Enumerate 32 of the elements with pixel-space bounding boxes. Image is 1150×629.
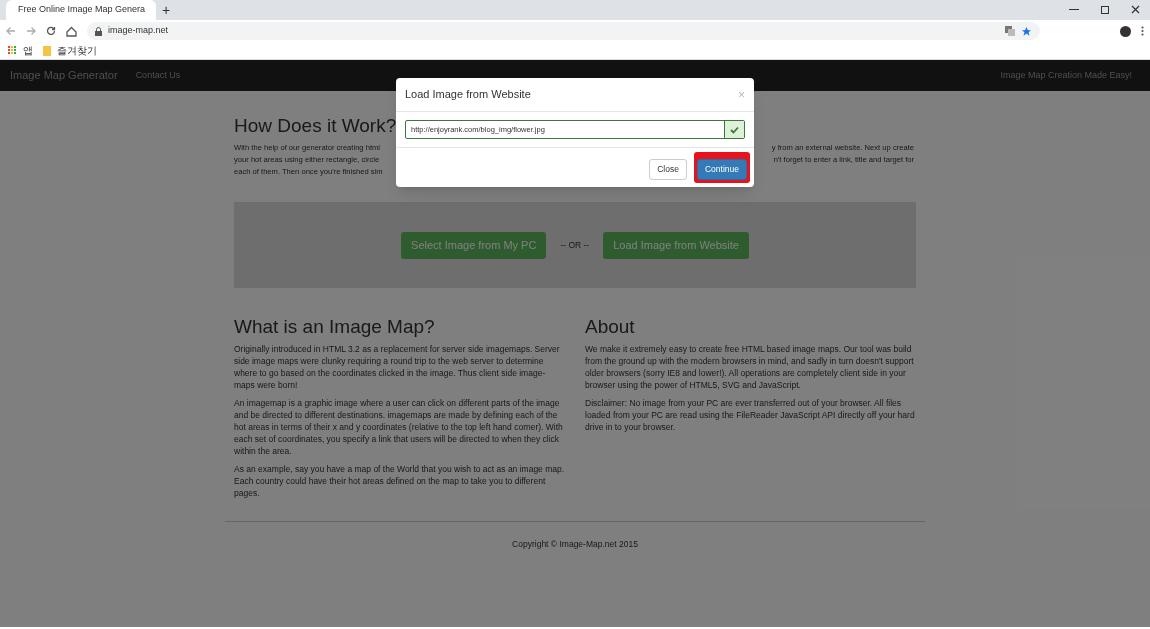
new-tab-button[interactable]: + xyxy=(162,0,171,20)
translate-icon[interactable] xyxy=(1005,26,1015,36)
paragraph: Originally introduced in HTML 3.2 as a replacement for server side imagemaps. Server side image maps were clunky requiring a round trip to the web server to determine where to go based on the coordinates clicked in the image. Thus client side image-maps were born! xyxy=(234,343,561,391)
paragraph: As an example, say you have a map of the World that you wish to act as an image map. Each country could have their hot areas defined on the map to take you to different pages. xyxy=(234,463,565,499)
section-heading: What is an Image Map? xyxy=(234,316,436,338)
paragraph: An imagemap is a graphic image where a user can click on different parts of the image and be directed to different destinations. imagemaps are made by defining each of the hot areas in terms of their x and y coordinates (relative to the top left hand corner). With each set of coordinates, you specify a link that users will be directed to when they click within the area. xyxy=(234,397,564,457)
tab-title: Free Online Image Map Genera xyxy=(18,3,146,17)
paragraph: We make it extremely easy to create free HTML based image maps. Our tool was build from the ground up with the modern browsers in mind, and sadly in turn doesn't support older browsers (sorry IE8 and lower!). All operations are completely client side in your browser using the power of HTML5, SVG and JavaScript. xyxy=(585,343,915,391)
close-button[interactable]: Close xyxy=(649,158,687,180)
reload-icon[interactable] xyxy=(46,26,56,36)
close-icon[interactable] xyxy=(1131,5,1140,14)
browser-tab[interactable]: Free Online Image Map Genera xyxy=(6,0,156,20)
section-heading: About xyxy=(585,316,636,338)
bookmark[interactable]: 앱 xyxy=(8,43,33,58)
modal-title: Load Image from Website xyxy=(405,87,531,103)
check-icon xyxy=(724,121,744,138)
home-icon[interactable] xyxy=(66,25,77,37)
paragraph: Disclaimer: No image from your PC are ever transferred out of your browser. All files loaded from your PC are read using the FileReader JavaScript API directly off your hard drive in to your browser. xyxy=(585,397,916,433)
section-heading: How Does it Work? xyxy=(234,115,397,137)
apps-icon xyxy=(8,46,17,55)
separator-text: -- OR -- xyxy=(560,238,590,252)
continue-button[interactable]: Continue xyxy=(696,158,747,180)
address-bar[interactable]: image-map.net xyxy=(87,22,1040,40)
profile-avatar[interactable] xyxy=(1120,25,1131,37)
folder-icon xyxy=(43,45,51,56)
menu-icon[interactable] xyxy=(1141,26,1144,36)
lock-icon xyxy=(95,26,102,36)
bookmark[interactable]: 즐겨찾기 xyxy=(43,43,97,58)
restore-icon[interactable] xyxy=(1101,6,1109,14)
star-icon[interactable] xyxy=(1021,25,1032,37)
url-text: image-map.net xyxy=(108,24,170,38)
copyright-text: Copyright © Image-Map.net 2015 xyxy=(512,539,638,549)
